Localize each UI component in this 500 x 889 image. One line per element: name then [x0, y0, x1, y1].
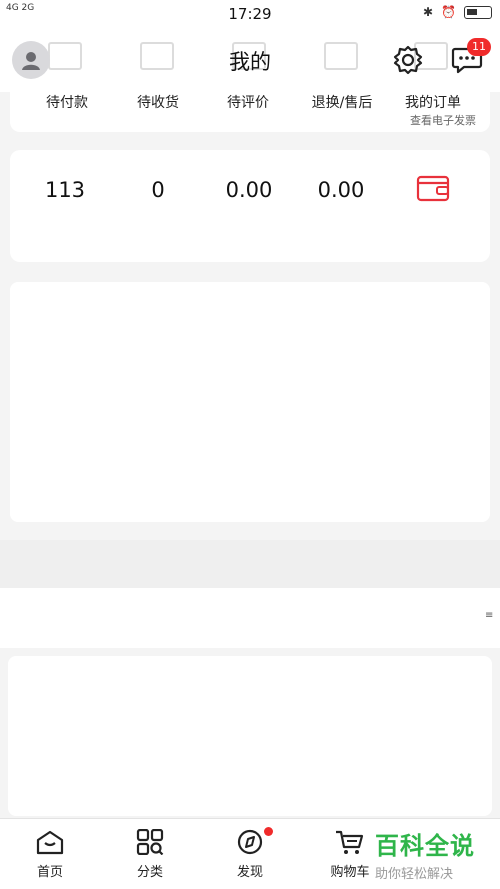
- order-tab-pending-receipt[interactable]: 待收货: [113, 92, 203, 112]
- watermark-title: 百科全说: [375, 832, 475, 860]
- message-badge: 11: [467, 38, 491, 56]
- cart-icon: [336, 830, 364, 854]
- tab-home[interactable]: 首页: [10, 829, 90, 880]
- home-icon: [36, 830, 64, 855]
- tab-label: 分类: [136, 865, 163, 880]
- content-card: [10, 282, 490, 522]
- content-area: [0, 588, 500, 648]
- battery-icon: [464, 5, 492, 19]
- wallet-icon[interactable]: [415, 172, 451, 204]
- tab-label: 发现: [236, 865, 263, 880]
- order-tab-pending-payment[interactable]: 待付款: [22, 92, 112, 112]
- bluetooth-icon: ✱: [422, 5, 434, 19]
- asset-value[interactable]: 0: [118, 178, 198, 202]
- grid-icon: [136, 828, 164, 856]
- scroll-marker: ≡: [485, 610, 494, 621]
- watermark-subtitle: 助你轻松解决: [375, 867, 454, 882]
- compass-icon: [237, 829, 263, 855]
- order-tab-my-orders[interactable]: 我的订单: [388, 92, 478, 112]
- profile-header: 我的 11: [0, 28, 500, 92]
- section-divider: [0, 540, 500, 588]
- tab-label: 首页: [36, 865, 63, 880]
- asset-value[interactable]: 0.00: [209, 178, 289, 202]
- invoice-link[interactable]: 查看电子发票: [393, 112, 493, 128]
- watermark: 百科全说 助你轻松解决: [375, 826, 500, 889]
- status-icons: ✱ ⏰: [423, 5, 492, 19]
- assets-card: 113 0 0.00 0.00: [10, 150, 490, 262]
- gear-icon[interactable]: [392, 44, 424, 76]
- order-card: 待付款 待收货 待评价 退换/售后 我的订单 查看电子发票: [10, 92, 490, 132]
- page-title: 我的: [229, 50, 271, 74]
- tab-category[interactable]: 分类: [110, 828, 190, 880]
- tab-discover[interactable]: 发现: [210, 827, 290, 880]
- order-tab-after-sales[interactable]: 退换/售后: [297, 92, 387, 112]
- notification-dot: [264, 827, 273, 836]
- order-tab-pending-review[interactable]: 待评价: [203, 92, 293, 112]
- asset-value[interactable]: 0.00: [301, 178, 381, 202]
- status-bar: 4G 2G 17:29 ✱ ⏰: [0, 0, 500, 28]
- alarm-icon: ⏰: [441, 5, 456, 19]
- asset-value[interactable]: 113: [25, 178, 105, 202]
- recommend-card: [8, 656, 492, 816]
